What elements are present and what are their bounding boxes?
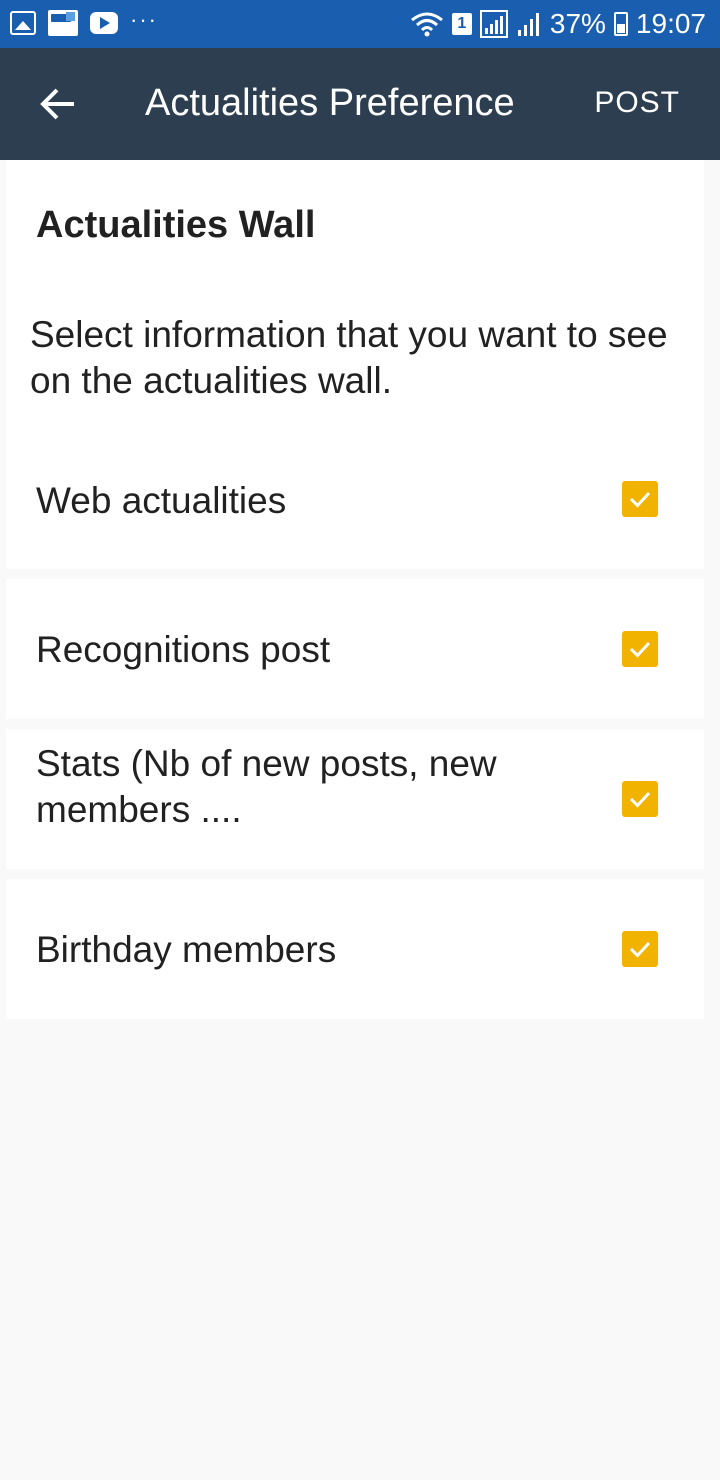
gallery-icon [10, 11, 36, 35]
status-bar-system: 1 37% 19:07 [410, 8, 706, 40]
actualities-wall-card: Actualities Wall Select information that… [6, 160, 704, 569]
check-icon [629, 941, 651, 958]
arrow-left-icon [40, 88, 74, 120]
option-label-stats: Stats (Nb of new posts, new members .... [36, 743, 497, 830]
option-label-web-actualities: Web actualities [36, 480, 287, 521]
section-description: Select information that you want to see … [30, 314, 668, 401]
battery-icon [613, 12, 628, 36]
option-label-recognitions-post: Recognitions post [36, 629, 331, 670]
option-row-recognitions-post[interactable]: Recognitions post [6, 579, 704, 719]
checkbox-birthday-members[interactable] [622, 931, 658, 967]
status-bar-notifications: ··· [10, 7, 158, 36]
post-button[interactable]: POST [594, 86, 680, 120]
battery-percent: 37% [549, 8, 606, 39]
checkbox-recognitions-post[interactable] [622, 631, 658, 667]
option-row-stats[interactable]: Stats (Nb of new posts, new members .... [6, 729, 704, 869]
clock: 19:07 [635, 8, 706, 39]
option-row-birthday-members[interactable]: Birthday members [6, 879, 704, 1019]
section-title: Actualities Wall [36, 204, 316, 246]
check-icon [629, 791, 651, 808]
app-notification-icon [48, 10, 78, 36]
status-bar: ··· 1 37% 19:07 [0, 0, 720, 48]
wifi-icon [410, 12, 443, 37]
app-bar: Actualities Preference POST [0, 48, 720, 160]
signal-strength-icon [517, 13, 539, 36]
sim-icon: 1 [451, 13, 472, 35]
page-title: Actualities Preference [145, 82, 515, 124]
signal-icon [479, 10, 508, 38]
option-label-birthday-members: Birthday members [36, 929, 337, 970]
checkbox-stats[interactable] [622, 781, 658, 817]
check-icon [629, 491, 651, 508]
check-icon [629, 641, 651, 658]
youtube-icon [90, 12, 118, 34]
checkbox-web-actualities[interactable] [622, 481, 658, 517]
back-button[interactable] [28, 74, 88, 134]
more-notifications-icon: ··· [130, 7, 158, 32]
